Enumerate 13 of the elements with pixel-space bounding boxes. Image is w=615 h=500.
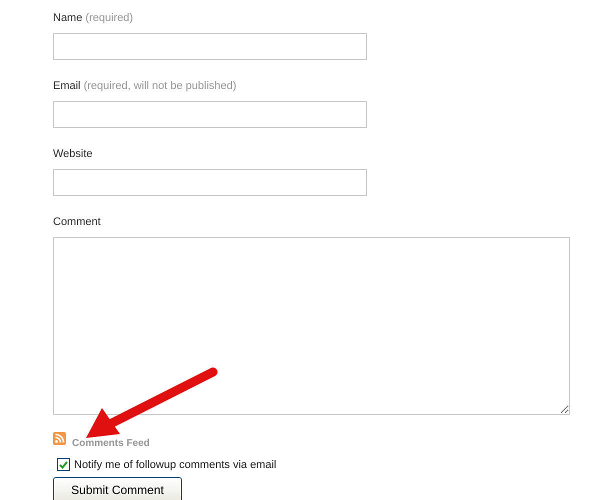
field-label: Email (required, will not be published) xyxy=(53,79,238,94)
arrow-icon xyxy=(86,368,218,438)
input-field[interactable] xyxy=(53,33,367,60)
submit-button[interactable]: Submit Comment xyxy=(53,477,182,500)
field-label: Name (required) xyxy=(53,11,134,26)
input-field[interactable] xyxy=(53,169,367,196)
notify-checkbox[interactable] xyxy=(57,458,70,471)
input-field[interactable] xyxy=(53,101,367,128)
rss-icon xyxy=(53,432,66,445)
comment-field[interactable] xyxy=(53,237,570,415)
field-label: Website xyxy=(53,147,94,162)
notify-label: Notify me of followup comments via email xyxy=(74,458,276,470)
field-label: Comment xyxy=(53,215,102,230)
